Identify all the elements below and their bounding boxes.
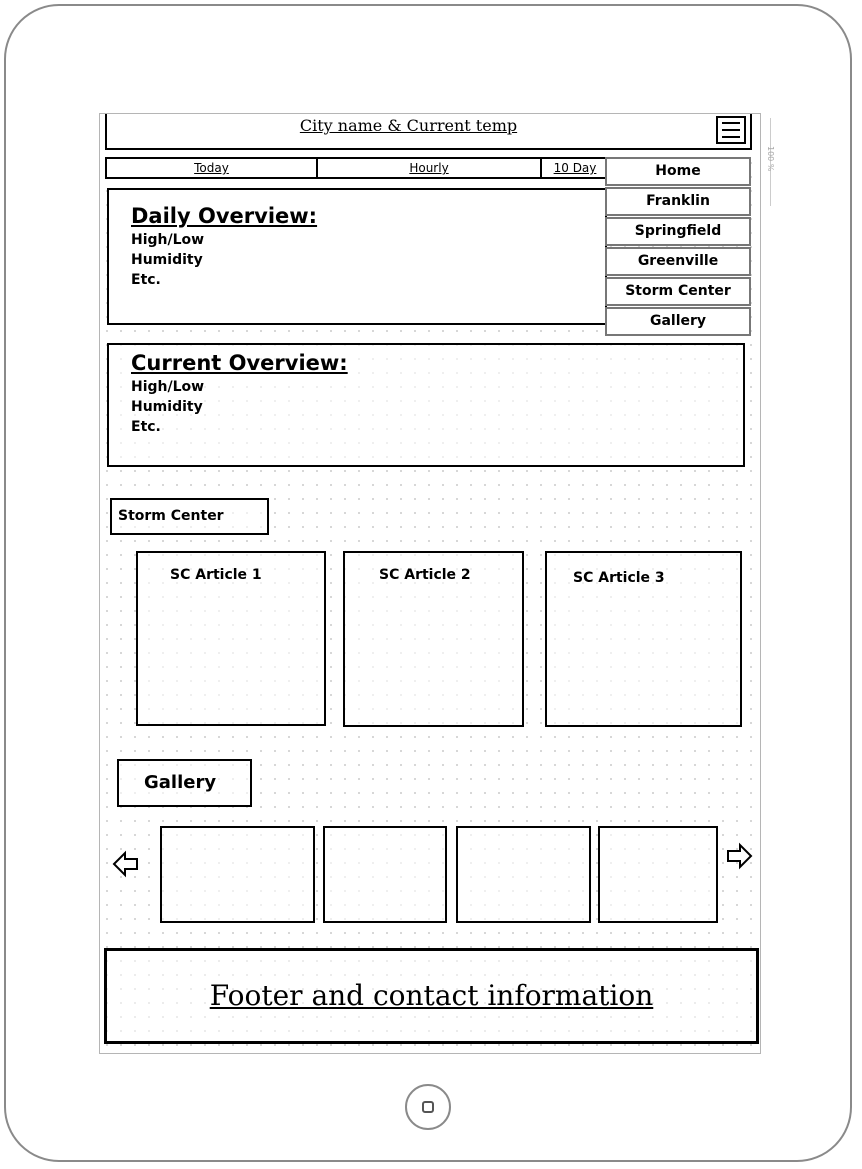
current-overview-panel: Current Overview: High/Low Humidity Etc. bbox=[107, 343, 745, 467]
menu-item-gallery[interactable]: Gallery bbox=[605, 307, 751, 336]
zoom-ruler: 100 % bbox=[766, 118, 775, 206]
gallery-image-1[interactable] bbox=[160, 826, 315, 923]
device-home-button[interactable] bbox=[405, 1084, 451, 1130]
current-overview-title: Current Overview: bbox=[131, 351, 348, 375]
daily-humidity: Humidity bbox=[131, 252, 203, 268]
tab-today[interactable]: Today bbox=[105, 157, 318, 179]
footer: Footer and contact information bbox=[104, 948, 759, 1044]
menu-item-springfield[interactable]: Springfield bbox=[605, 217, 751, 246]
left-arrow-icon[interactable] bbox=[112, 850, 140, 878]
menu-item-franklin[interactable]: Franklin bbox=[605, 187, 751, 216]
gallery-image-4[interactable] bbox=[598, 826, 718, 923]
right-arrow-icon[interactable] bbox=[725, 842, 753, 870]
page-header: City name & Current temp bbox=[105, 114, 752, 150]
zoom-level: 100 % bbox=[766, 146, 775, 172]
daily-overview-panel: Daily Overview: High/Low Humidity Etc. bbox=[107, 188, 607, 325]
tab-hourly[interactable]: Hourly bbox=[316, 157, 542, 179]
gallery-label[interactable]: Gallery bbox=[117, 759, 252, 807]
hamburger-icon[interactable] bbox=[716, 116, 746, 144]
gallery-image-3[interactable] bbox=[456, 826, 591, 923]
sc-article-card-3[interactable]: SC Article 3 bbox=[545, 551, 742, 727]
menu-item-storm-center[interactable]: Storm Center bbox=[605, 277, 751, 306]
sc-article-title-2: SC Article 2 bbox=[379, 567, 471, 583]
current-humidity: Humidity bbox=[131, 399, 203, 415]
storm-center-label[interactable]: Storm Center bbox=[110, 498, 269, 535]
wireframe-screen: City name & Current temp Today Hourly 10… bbox=[99, 113, 761, 1054]
current-etc: Etc. bbox=[131, 419, 161, 435]
current-high-low: High/Low bbox=[131, 379, 205, 395]
sc-article-title-1: SC Article 1 bbox=[170, 567, 262, 583]
sc-article-card-1[interactable]: SC Article 1 bbox=[136, 551, 326, 726]
menu-item-greenville[interactable]: Greenville bbox=[605, 247, 751, 276]
footer-text: Footer and contact information bbox=[209, 979, 654, 1012]
daily-high-low: High/Low bbox=[131, 232, 205, 248]
menu-item-home[interactable]: Home bbox=[605, 157, 751, 186]
nav-dropdown-menu: Home Franklin Springfield Greenville Sto… bbox=[605, 157, 751, 337]
daily-overview-title: Daily Overview: bbox=[131, 204, 318, 228]
gallery-image-2[interactable] bbox=[323, 826, 447, 923]
sc-article-title-3: SC Article 3 bbox=[573, 570, 665, 586]
sc-article-card-2[interactable]: SC Article 2 bbox=[343, 551, 524, 727]
daily-etc: Etc. bbox=[131, 272, 161, 288]
page-title: City name & Current temp bbox=[299, 116, 518, 135]
tab-10-day[interactable]: 10 Day bbox=[540, 157, 610, 179]
